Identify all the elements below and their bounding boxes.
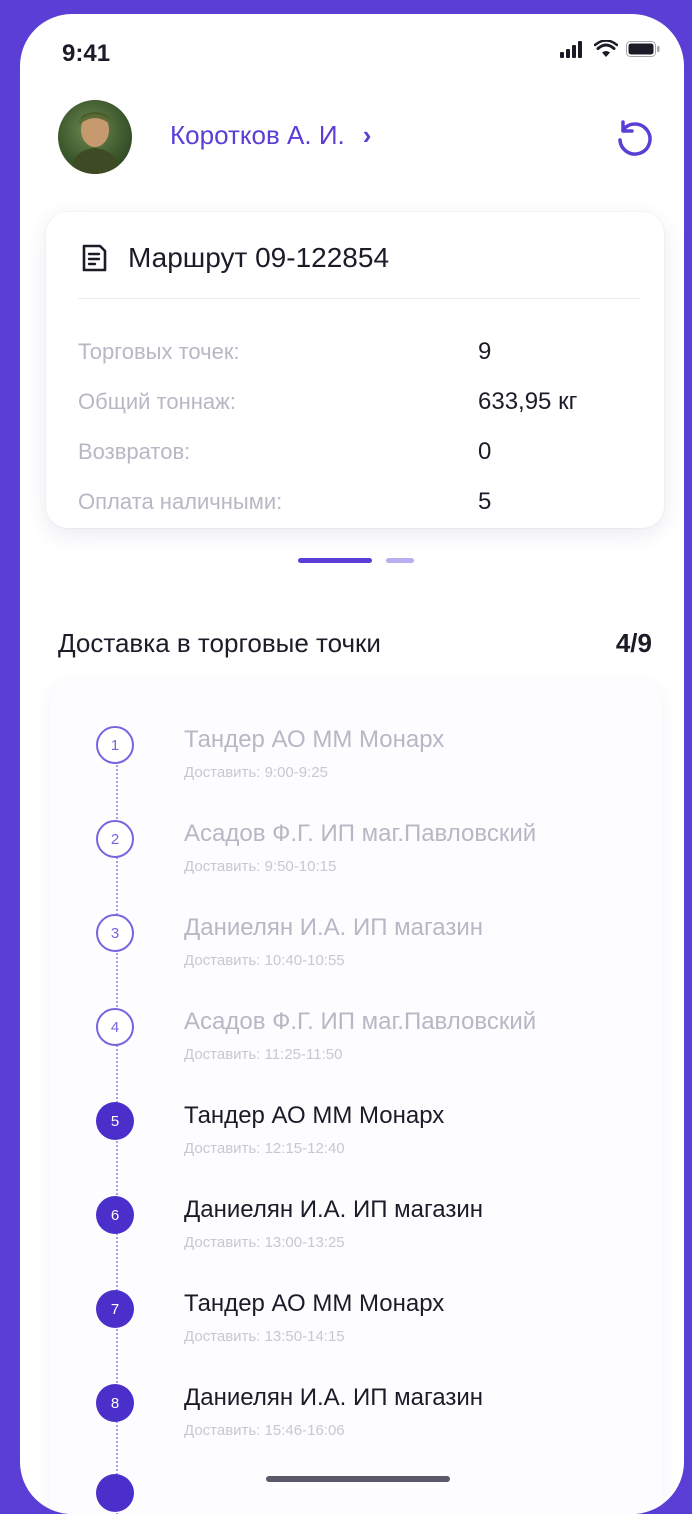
stop-number-marker: 2 [96,820,134,858]
chevron-right-icon: › [362,120,372,150]
stop-name: Даниелян И.А. ИП магазин [184,914,483,941]
pager-dot-active[interactable] [298,558,372,563]
stat-value: 633,95 кг [478,388,578,415]
avatar[interactable] [58,100,132,174]
deliveries-title: Доставка в торговые точки [58,628,381,658]
stat-row-returns: Возвратов: 0 [78,432,640,472]
stop-name: Асадов Ф.Г. ИП маг.Павловский [184,1008,537,1035]
route-title: Маршрут 09-122854 [128,242,390,273]
status-time: 9:41 [62,40,111,67]
stop-number-marker [96,1474,134,1512]
route-card[interactable]: Маршрут 09-122854 Торговых точек: 9 Общи… [46,212,664,528]
avatar-portrait-icon [70,112,120,174]
document-icon [82,244,107,272]
delivery-stop[interactable]: 2 Асадов Ф.Г. ИП маг.Павловский Доставит… [96,816,676,888]
delivery-stop[interactable]: 5 Тандер АО ММ Монарх Доставить: 12:15-1… [96,1098,676,1170]
stop-number-marker: 1 [96,726,134,764]
status-icons [560,40,660,58]
stat-row-outlets: Торговых точек: 9 [78,332,640,372]
stop-number-marker: 8 [96,1384,134,1422]
user-name: Коротков А. И. [170,120,345,150]
stop-name: Тандер АО ММ Монарх [184,1102,445,1129]
stop-time: Доставить: 13:00-13:25 [184,1234,345,1251]
stop-name: Асадов Ф.Г. ИП маг.Павловский [184,820,537,847]
stop-time: Доставить: 13:50-14:15 [184,1328,345,1345]
refresh-button[interactable] [610,114,658,162]
stat-row-cash: Оплата наличными: 5 [78,482,640,522]
phone-screen: 9:41 Коротков А. И. › Маршрут 09-122854 … [20,14,684,1514]
stop-number-marker: 3 [96,914,134,952]
pager-dot[interactable] [386,558,414,563]
delivery-stop[interactable]: 1 Тандер АО ММ Монарх Доставить: 9:00-9:… [96,722,676,794]
deliveries-count: 4/9 [615,628,652,658]
stop-number-marker: 7 [96,1290,134,1328]
delivery-stop[interactable]: 7 Тандер АО ММ Монарх Доставить: 13:50-1… [96,1286,676,1358]
stop-time: Доставить: 12:15-12:40 [184,1140,345,1157]
signal-icon [560,41,582,58]
stop-number-marker: 4 [96,1008,134,1046]
stat-label: Торговых точек: [78,339,240,364]
stop-time: Доставить: 11:25-11:50 [184,1046,343,1063]
delivery-stop[interactable]: 8 Даниелян И.А. ИП магазин Доставить: 15… [96,1380,676,1452]
stat-label: Возвратов: [78,439,191,464]
delivery-stop[interactable]: 6 Даниелян И.А. ИП магазин Доставить: 13… [96,1192,676,1264]
home-indicator[interactable] [266,1476,450,1482]
route-divider [78,298,640,299]
stop-name: Тандер АО ММ Монарх [184,1290,445,1317]
stop-time: Доставить: 10:40-10:55 [184,952,345,969]
stop-time: Доставить: 9:50-10:15 [184,858,337,875]
refresh-icon [618,120,652,156]
stat-label: Оплата наличными: [78,489,283,514]
stat-label: Общий тоннаж: [78,389,236,414]
stop-number-marker: 6 [96,1196,134,1234]
user-profile-link[interactable]: Коротков А. И. › [170,120,371,151]
stat-value: 5 [478,488,492,515]
route-title-row: Маршрут 09-122854 [78,242,389,274]
battery-icon [626,41,660,57]
delivery-stop[interactable]: 3 Даниелян И.А. ИП магазин Доставить: 10… [96,910,676,982]
stop-time: Доставить: 15:46-16:06 [184,1422,345,1439]
stop-time: Доставить: 9:00-9:25 [184,764,328,781]
card-pager[interactable] [298,558,414,563]
stat-row-tonnage: Общий тоннаж: 633,95 кг [78,382,640,422]
stop-name: Тандер АО ММ Монарх [184,726,445,753]
stat-value: 9 [478,338,492,365]
stat-value: 0 [478,438,492,465]
wifi-icon [594,40,618,57]
stop-name: Даниелян И.А. ИП магазин [184,1384,483,1411]
delivery-stop[interactable]: 4 Асадов Ф.Г. ИП маг.Павловский Доставит… [96,1004,676,1076]
stop-name: Даниелян И.А. ИП магазин [184,1196,483,1223]
stop-number-marker: 5 [96,1102,134,1140]
